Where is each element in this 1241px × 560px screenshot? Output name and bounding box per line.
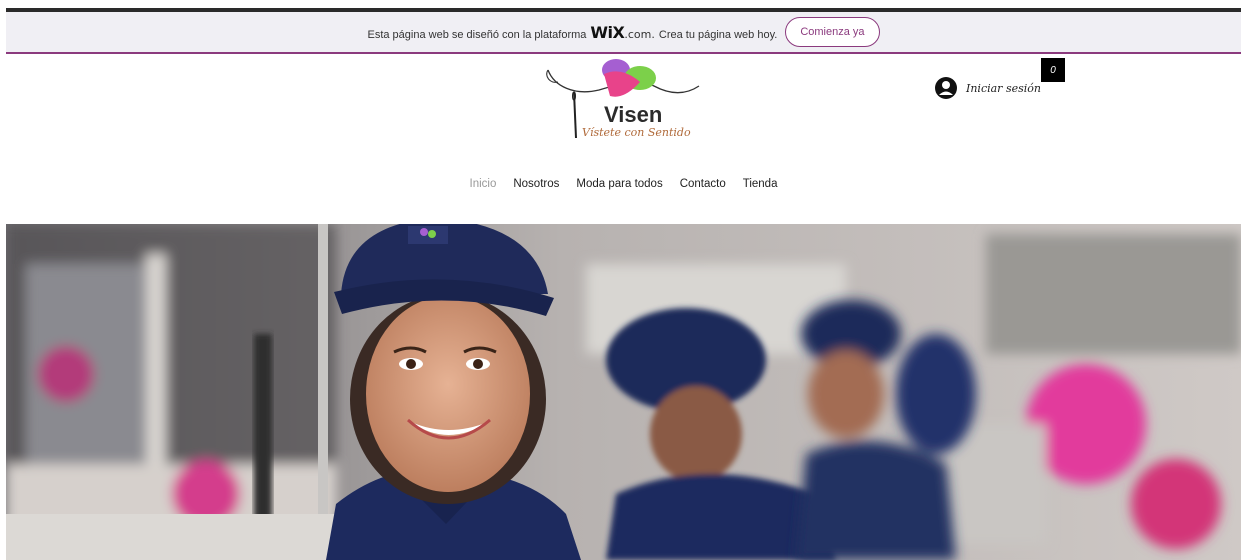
user-avatar-icon — [935, 77, 957, 99]
wix-logo: WiX.com. — [590, 22, 655, 42]
nav-item-tienda[interactable]: Tienda — [743, 178, 778, 190]
site-header: Visen Vístete con Sentido Iniciar sesión… — [6, 56, 1241, 224]
login-link[interactable]: Iniciar sesión — [934, 76, 1041, 100]
cart-icon[interactable]: 0 — [1041, 58, 1065, 82]
login-label: Iniciar sesión — [966, 81, 1041, 95]
hero-image — [6, 224, 1241, 560]
main-navigation: Inicio Nosotros Moda para todos Contacto… — [6, 178, 1241, 190]
start-now-button[interactable]: Comienza ya — [785, 17, 880, 47]
wix-promo-banner: Esta página web se diseñó con la platafo… — [6, 12, 1241, 54]
wix-banner-text-after: Crea tu página web hoy. — [658, 28, 778, 41]
nav-item-contacto[interactable]: Contacto — [680, 178, 726, 190]
nav-item-inicio[interactable]: Inicio — [470, 178, 497, 190]
logo-title: Visen — [604, 102, 663, 127]
wix-banner-text: Esta página web se diseñó con la platafo… — [367, 28, 587, 41]
site-logo[interactable]: Visen Vístete con Sentido — [544, 56, 714, 148]
nav-item-moda-para-todos[interactable]: Moda para todos — [576, 178, 662, 190]
nav-item-nosotros[interactable]: Nosotros — [513, 178, 559, 190]
logo-tagline: Vístete con Sentido — [582, 126, 691, 139]
factory-workers-photo — [6, 224, 1241, 560]
top-window-border — [0, 0, 1241, 12]
